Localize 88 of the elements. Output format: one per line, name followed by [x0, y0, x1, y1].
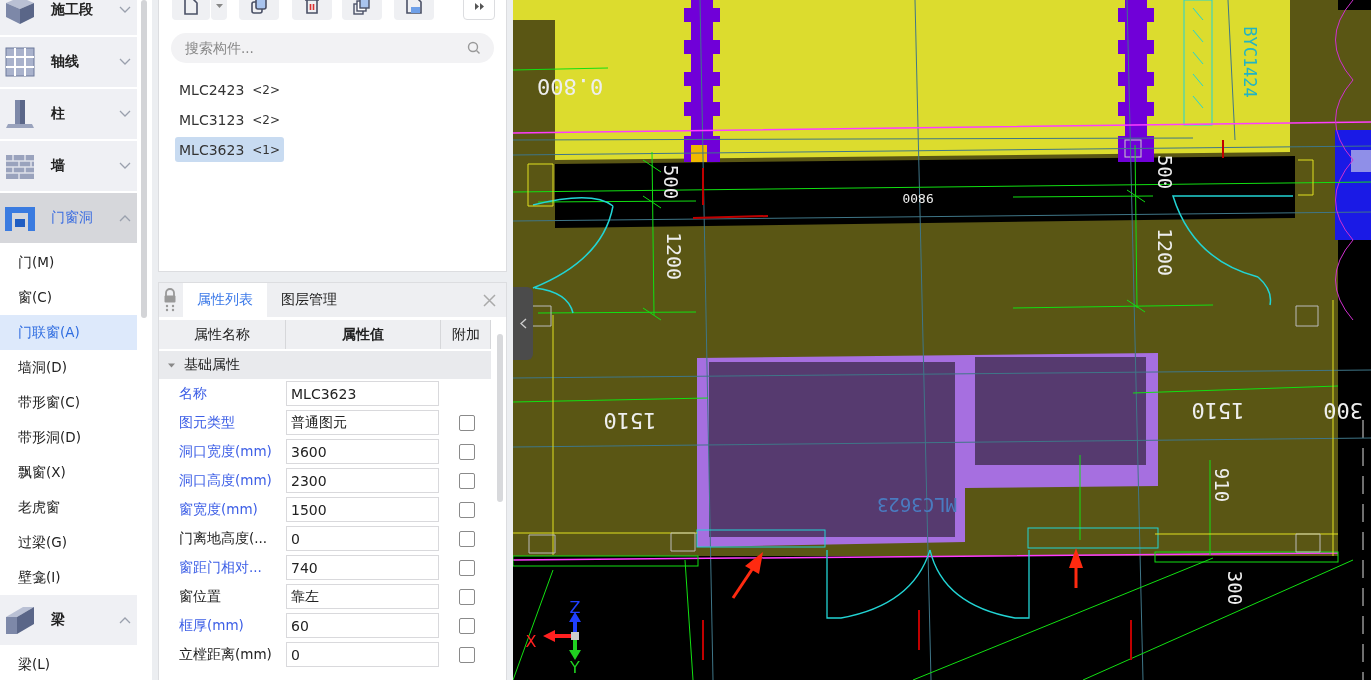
property-name: 窗距门相对... — [178, 558, 263, 577]
property-value-field[interactable]: 靠左 — [286, 584, 439, 609]
dropdown-button[interactable] — [211, 0, 227, 20]
dimension-label: 500 — [1154, 154, 1176, 190]
checkbox[interactable] — [459, 588, 475, 605]
column-header: 附加 — [441, 320, 491, 349]
grid-icon — [3, 45, 37, 79]
property-value-field[interactable]: 1500 — [286, 497, 439, 522]
axis-label: Z — [569, 597, 581, 617]
expand-button[interactable] — [463, 0, 495, 20]
axis-label: Y — [570, 657, 580, 677]
checkbox[interactable] — [459, 617, 475, 634]
column-icon — [3, 97, 37, 131]
property-value-field[interactable]: 0 — [286, 642, 439, 667]
new-button[interactable] — [172, 0, 210, 20]
copy-button[interactable] — [239, 0, 279, 20]
component-item[interactable]: MLC3623 <1> — [175, 137, 285, 162]
property-name: 框厚(mm) — [178, 616, 245, 635]
box-icon — [3, 0, 37, 27]
axis-label: X — [525, 631, 537, 651]
component-item[interactable]: MLC3123 <2> — [175, 107, 285, 132]
dimension-label: 500 — [660, 164, 682, 200]
dimension-label: 0.800 — [536, 73, 604, 99]
arrow-annotation — [1069, 548, 1083, 588]
search-field[interactable]: 搜索构件... — [171, 33, 494, 63]
property-name: 门离地高度(... — [178, 529, 269, 548]
checkbox[interactable] — [459, 646, 475, 663]
save-button[interactable] — [394, 0, 434, 20]
axis-arrows-icon — [543, 612, 581, 660]
checkbox[interactable] — [459, 443, 475, 460]
delete-icon — [302, 0, 322, 16]
column-header: 属性值 — [286, 320, 441, 349]
property-value-field[interactable]: 3600 — [286, 439, 439, 464]
property-value-field[interactable]: 普通图元 — [286, 410, 439, 435]
property-value-field[interactable]: 0 — [286, 526, 439, 551]
dimension-label: 910 — [1211, 467, 1233, 503]
property-value-field[interactable]: 2300 — [286, 468, 439, 493]
copy-layer-button[interactable] — [342, 0, 382, 20]
property-value-field[interactable]: 740 — [286, 555, 439, 580]
dimension-label: 1200 — [662, 231, 686, 281]
property-group-header[interactable]: 基础属性 — [159, 351, 491, 379]
dimension-label: 300 — [1224, 570, 1246, 606]
dimension-label: 9800 — [902, 190, 934, 206]
search-icon — [467, 41, 481, 55]
dimension-label: 1510 — [1191, 397, 1245, 423]
sidebar-category[interactable]: 梁 — [0, 595, 137, 647]
property-name: 名称 — [178, 384, 208, 403]
dimension-label: BYC1424 — [1240, 26, 1260, 98]
sidebar-category[interactable]: 施工段 — [0, 0, 137, 37]
arrow-annotation — [731, 552, 763, 599]
dimension-label: 300 — [1323, 397, 1363, 423]
property-name: 立樘距离(mm) — [178, 645, 273, 664]
panel-tab[interactable]: 图层管理 — [267, 283, 351, 317]
document-icon — [181, 0, 201, 16]
sidebar-item[interactable]: 门联窗(A) — [0, 315, 137, 350]
double-arrow-icon — [474, 2, 484, 10]
dimension-label: 1510 — [603, 407, 657, 433]
panel-tab[interactable]: 属性列表 — [183, 283, 267, 317]
column-header: 属性名称 — [159, 320, 286, 349]
property-name: 洞口宽度(mm) — [178, 442, 273, 461]
caret-icon — [215, 4, 223, 8]
sidebar-category[interactable]: 柱 — [0, 89, 137, 141]
delete-button[interactable] — [292, 0, 332, 20]
copy-icon — [249, 0, 269, 16]
property-name: 图元类型 — [178, 413, 236, 432]
dimension-label: 1200 — [1153, 227, 1177, 277]
caret-icon — [168, 361, 175, 369]
checkbox[interactable] — [459, 501, 475, 518]
sidebar-category[interactable]: 轴线 — [0, 37, 137, 89]
lock-drag-handle-icon[interactable] — [163, 288, 177, 314]
property-name: 窗宽度(mm) — [178, 500, 259, 519]
chevron-left-icon — [519, 318, 527, 329]
checkbox[interactable] — [459, 530, 475, 547]
property-value-field[interactable]: 60 — [286, 613, 439, 638]
save-icon — [404, 0, 424, 16]
property-name: 窗位置 — [178, 587, 222, 606]
property-name: 洞口高度(mm) — [178, 471, 273, 490]
close-icon — [483, 294, 496, 307]
scrollbar[interactable] — [141, 0, 147, 318]
property-value-field[interactable]: MLC3623 — [286, 381, 439, 406]
dimension-label: MLC3623 — [876, 494, 958, 516]
layers-copy-icon — [352, 0, 372, 16]
checkbox[interactable] — [459, 559, 475, 576]
sidebar-category[interactable]: 墙 — [0, 141, 137, 193]
checkbox[interactable] — [459, 472, 475, 489]
checkbox[interactable] — [459, 414, 475, 431]
scrollbar[interactable] — [497, 334, 503, 502]
component-item[interactable]: MLC2423 <2> — [175, 77, 285, 102]
